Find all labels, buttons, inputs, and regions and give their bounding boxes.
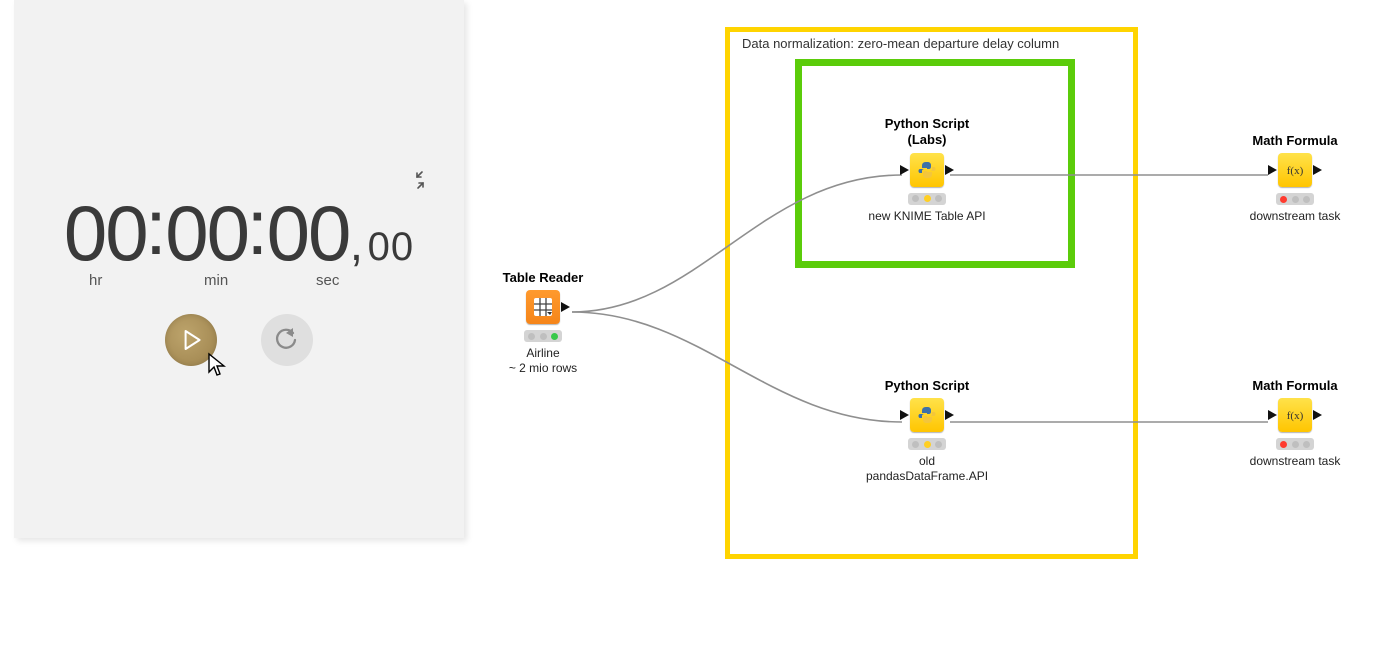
node-math-formula-top[interactable]: Math Formula f(x) downstream task — [1225, 133, 1365, 224]
svg-text:f(x): f(x) — [1287, 410, 1304, 422]
node-title: Table Reader — [473, 270, 613, 286]
status-lights — [1276, 193, 1314, 205]
status-lights — [524, 330, 562, 342]
status-lights — [1276, 438, 1314, 450]
node-caption: new KNIME Table API — [857, 209, 997, 224]
label-sec: sec — [316, 272, 339, 289]
seconds-value: 00 — [267, 194, 350, 272]
python-icon — [910, 153, 944, 187]
node-python-labs[interactable]: Python Script (Labs) new KNIME Table API — [857, 116, 997, 224]
node-title: Python Script (Labs) — [857, 116, 997, 149]
node-caption: Airline ~ 2 mio rows — [473, 346, 613, 376]
unit-labels: hr min sec — [14, 272, 464, 292]
collapse-icon[interactable] — [410, 170, 434, 194]
stopwatch-panel: 00 : 00 : 00 , 00 hr min sec — [14, 0, 464, 538]
status-lights — [908, 193, 946, 205]
node-caption: old pandasDataFrame.API — [857, 454, 997, 484]
stopwatch-display: 00 : 00 : 00 , 00 — [14, 194, 464, 272]
node-python-old[interactable]: Python Script old pandasDataFrame.API — [857, 378, 997, 484]
table-reader-icon — [526, 290, 560, 324]
node-table-reader[interactable]: Table Reader Airline ~ 2 mio rows — [473, 270, 613, 376]
status-lights — [908, 438, 946, 450]
svg-text:f(x): f(x) — [1287, 165, 1304, 177]
math-formula-icon: f(x) — [1278, 398, 1312, 432]
node-caption: downstream task — [1225, 454, 1365, 469]
colon1: : — [145, 188, 167, 266]
label-min: min — [204, 272, 228, 289]
minutes-value: 00 — [165, 194, 248, 272]
stopwatch-controls — [14, 314, 464, 366]
node-title: Math Formula — [1225, 378, 1365, 394]
reset-button[interactable] — [261, 314, 313, 366]
comma: , — [350, 217, 363, 272]
hours-value: 00 — [64, 194, 147, 272]
node-math-formula-bottom[interactable]: Math Formula f(x) downstream task — [1225, 378, 1365, 469]
node-caption: downstream task — [1225, 209, 1365, 224]
python-icon — [910, 398, 944, 432]
node-title: Math Formula — [1225, 133, 1365, 149]
node-title: Python Script — [857, 378, 997, 394]
play-button[interactable] — [165, 314, 217, 366]
math-formula-icon: f(x) — [1278, 153, 1312, 187]
label-hr: hr — [89, 272, 102, 289]
centiseconds-value: 00 — [368, 225, 415, 270]
annotation-yellow-label: Data normalization: zero-mean departure … — [742, 36, 1059, 51]
colon2: : — [246, 188, 268, 266]
